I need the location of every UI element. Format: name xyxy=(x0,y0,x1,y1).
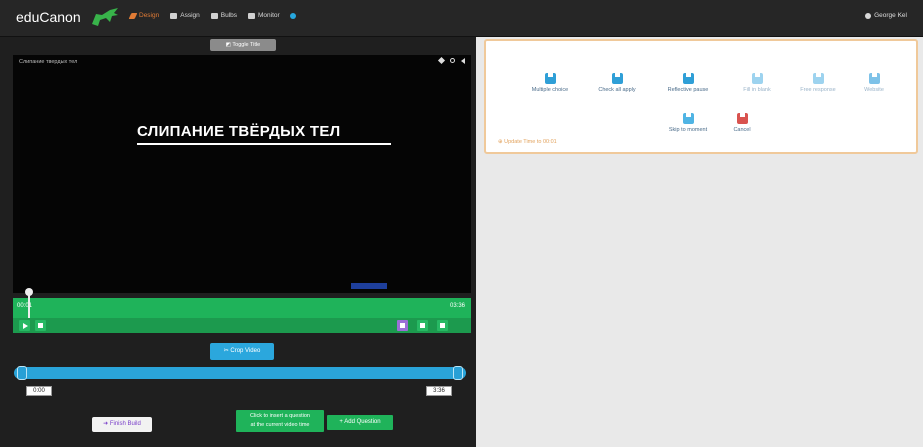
multiple-choice-icon xyxy=(544,72,556,84)
top-navbar: eduCanon Design Assign Bulbs Monitor Geo… xyxy=(0,0,923,37)
video-player[interactable]: Слипание твердых тел СЛИПАНИЕ ТВЁРДЫХ ТЕ… xyxy=(13,55,471,293)
question-type-check-all[interactable]: Check all apply xyxy=(587,69,647,93)
unicorn-logo-icon xyxy=(92,8,118,26)
hint-line-2: at the current video time xyxy=(250,422,310,428)
user-avatar-icon xyxy=(865,12,872,19)
clock-icon[interactable] xyxy=(450,58,455,63)
nav-design-label: Design xyxy=(139,12,160,19)
brand-name[interactable]: eduCanon xyxy=(16,8,81,26)
range-start-handle[interactable] xyxy=(17,366,27,380)
channel-watermark-icon xyxy=(351,283,387,289)
update-time-link[interactable]: ⊕ Update Time to 00:01 xyxy=(498,139,557,145)
hint-line-1: Click to insert a question xyxy=(250,413,310,419)
nav-design[interactable]: Design xyxy=(128,12,160,19)
question-type-label: Skip to moment xyxy=(668,126,708,133)
check-all-icon xyxy=(611,72,623,84)
question-type-label: Cancel xyxy=(733,126,751,133)
heart-icon[interactable] xyxy=(437,56,446,65)
website-icon xyxy=(868,72,880,84)
add-question-button[interactable]: + Add Question xyxy=(327,415,393,430)
free-response-icon xyxy=(812,72,824,84)
question-type-label: Reflective pause xyxy=(667,86,709,93)
step-forward-icon[interactable] xyxy=(35,320,46,331)
pencil-icon xyxy=(128,12,138,19)
question-type-label: Check all apply xyxy=(598,86,636,93)
question-type-card: Multiple choice Check all apply Reflecti… xyxy=(484,39,918,154)
range-start-field[interactable]: 0:00 xyxy=(26,386,52,396)
share-icon[interactable] xyxy=(461,58,465,64)
nav-monitor[interactable]: Monitor xyxy=(248,12,280,19)
cancel-question-button[interactable]: Cancel xyxy=(712,109,772,133)
nav-bulbs-label: Bulbs xyxy=(220,12,238,19)
crop-video-button[interactable]: ✂ Crop Video xyxy=(210,343,274,360)
main-nav: Design Assign Bulbs Monitor xyxy=(128,12,280,19)
calendar-icon xyxy=(170,12,178,19)
reflective-pause-icon xyxy=(682,72,694,84)
nav-monitor-label: Monitor xyxy=(258,12,280,19)
insert-question-hint[interactable]: Click to insert a question at the curren… xyxy=(236,410,324,432)
crop-range-slider[interactable] xyxy=(14,366,466,380)
skip-back-icon[interactable] xyxy=(417,320,428,331)
playback-controls xyxy=(13,318,471,333)
skip-forward-icon[interactable] xyxy=(437,320,448,331)
question-type-label: Website xyxy=(864,86,884,93)
question-type-reflective-pause[interactable]: Reflective pause xyxy=(658,69,718,93)
nav-assign[interactable]: Assign xyxy=(170,12,200,19)
question-panel: Multiple choice Check all apply Reflecti… xyxy=(476,37,923,447)
user-menu[interactable]: George Kel xyxy=(865,12,907,19)
question-type-multiple-choice[interactable]: Multiple choice xyxy=(520,69,580,93)
skip-to-moment-icon xyxy=(682,112,694,124)
question-type-label: Fill in blank xyxy=(743,86,771,93)
extension-icon[interactable] xyxy=(290,13,296,19)
range-end-handle[interactable] xyxy=(453,366,463,380)
playhead-handle[interactable] xyxy=(25,288,33,296)
video-timeline[interactable]: 00:01 03:36 xyxy=(13,288,471,318)
video-title: Слипание твердых тел xyxy=(19,59,78,65)
question-type-fill-in-blank[interactable]: Fill in blank xyxy=(727,69,787,93)
folder-icon xyxy=(210,12,218,19)
chart-icon xyxy=(248,12,256,19)
finish-build-button[interactable]: ➜ Finish Build xyxy=(92,417,152,432)
nav-bulbs[interactable]: Bulbs xyxy=(210,12,238,19)
question-type-label: Multiple choice xyxy=(531,86,569,93)
video-heading: СЛИПАНИЕ ТВЁРДЫХ ТЕЛ xyxy=(137,123,341,140)
fill-in-blank-icon xyxy=(751,72,763,84)
toggle-title-button[interactable]: ◩ Toggle Title xyxy=(210,39,276,51)
play-icon[interactable] xyxy=(19,320,30,331)
question-type-skip-to-moment[interactable]: Skip to moment xyxy=(658,109,718,133)
heading-underline xyxy=(137,143,391,145)
cancel-icon xyxy=(736,112,748,124)
video-actions xyxy=(437,56,465,65)
question-type-website[interactable]: Website xyxy=(844,69,904,93)
end-time: 03:36 xyxy=(449,303,465,309)
question-type-label: Free response xyxy=(800,86,836,93)
rewind-icon[interactable] xyxy=(397,320,408,331)
video-editor-panel: ◩ Toggle Title Слипание твердых тел СЛИП… xyxy=(0,37,476,447)
question-type-free-response[interactable]: Free response xyxy=(788,69,848,93)
user-name: George Kel xyxy=(874,12,907,19)
nav-assign-label: Assign xyxy=(180,12,200,19)
range-end-field[interactable]: 3:36 xyxy=(426,386,452,396)
